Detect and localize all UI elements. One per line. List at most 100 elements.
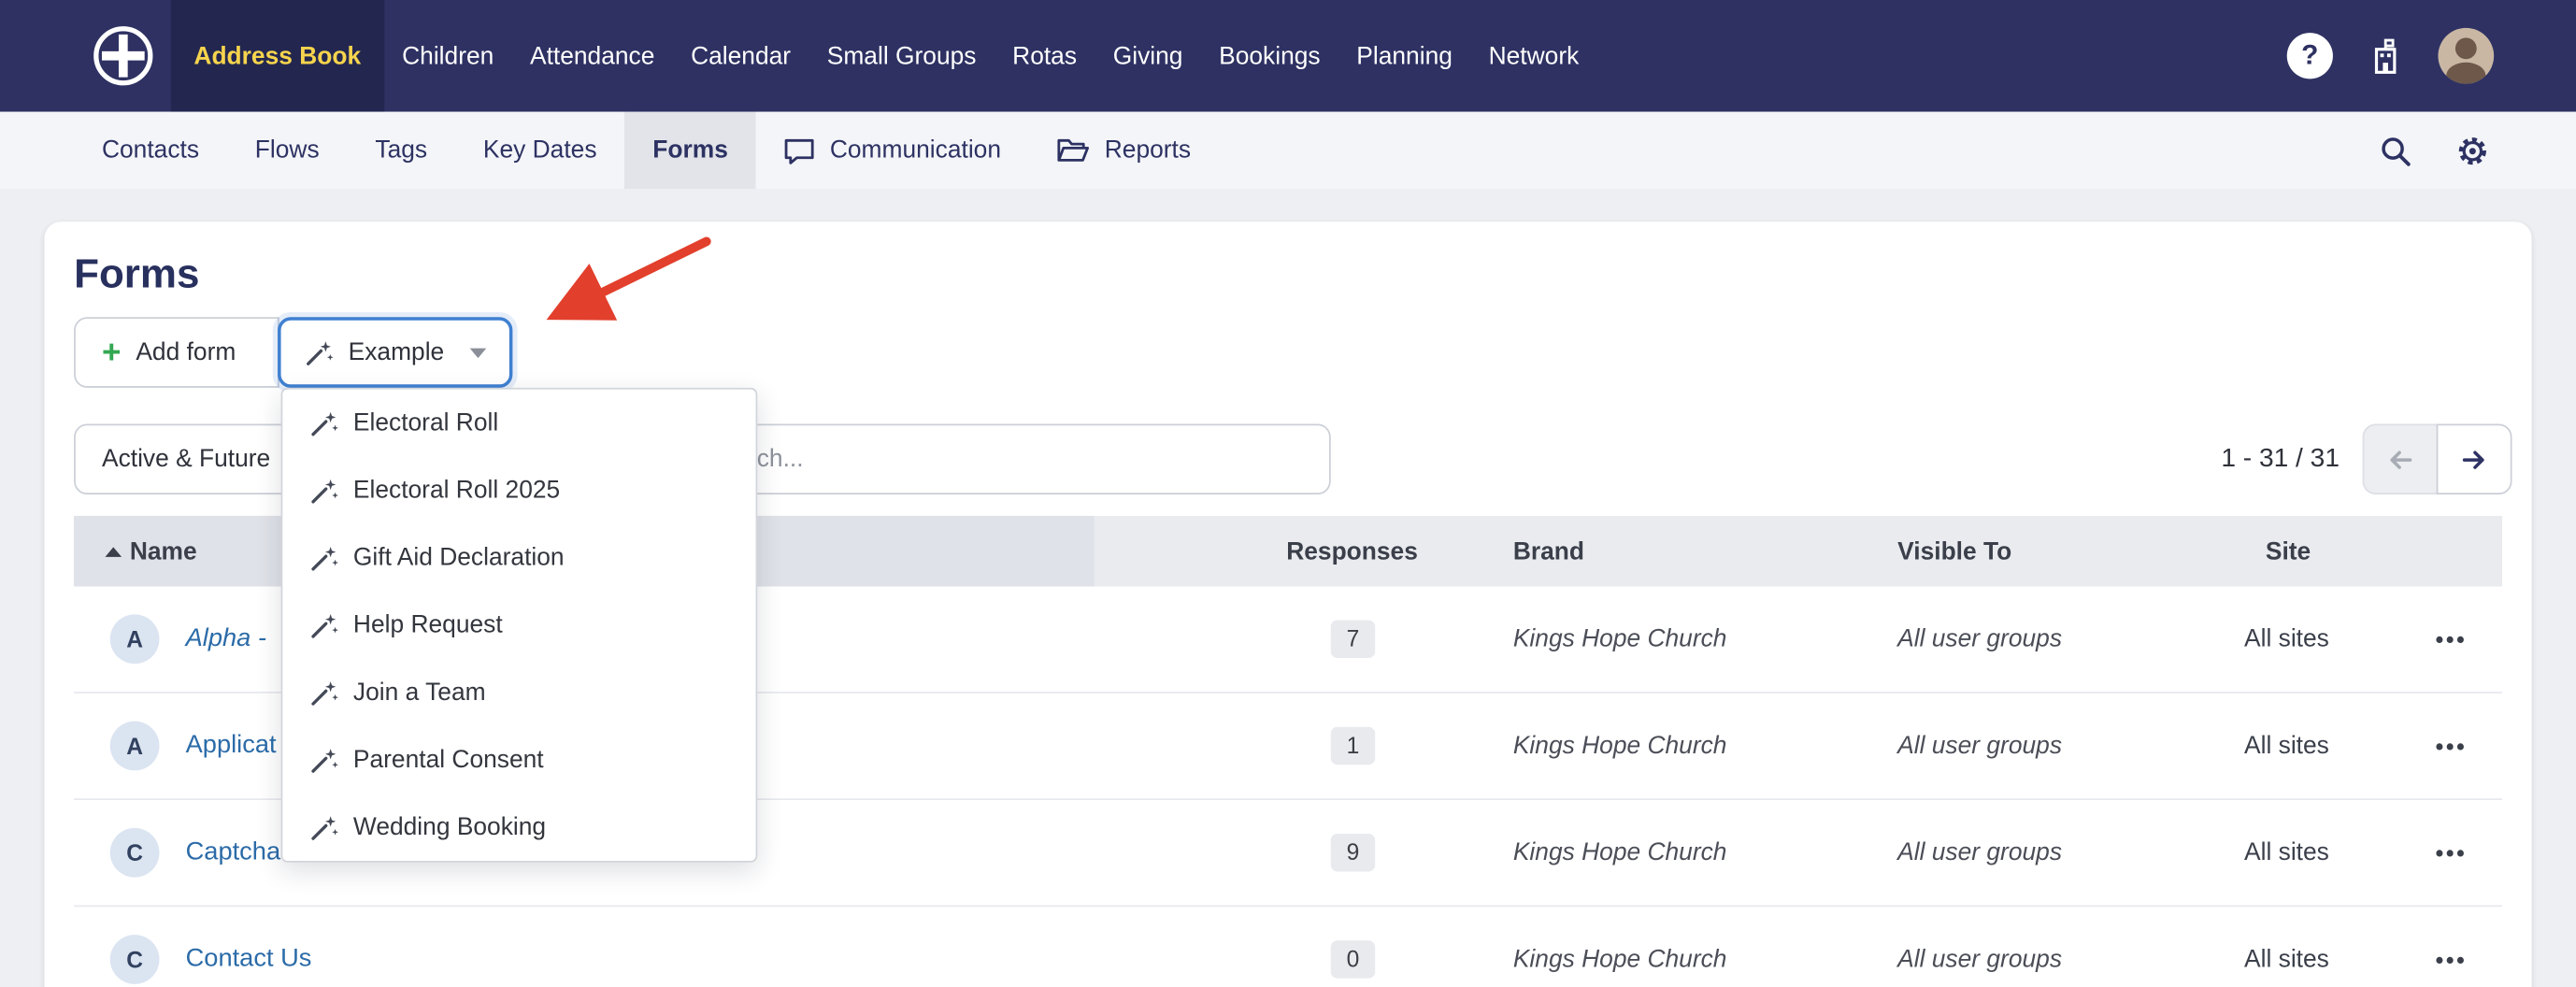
add-form-label: Add form <box>136 338 236 366</box>
wand-icon <box>308 543 338 573</box>
form-initial-avatar: C <box>109 827 160 878</box>
example-menu-item[interactable]: Wedding Booking <box>282 794 755 861</box>
form-name-link[interactable]: Alpha - <box>186 624 266 654</box>
responses-badge: 1 <box>1330 726 1376 765</box>
row-actions-button[interactable]: ••• <box>2415 946 2487 972</box>
churchsuite-logo-icon[interactable] <box>91 23 156 89</box>
subnav-label-communication: Communication <box>829 136 1002 164</box>
topnav-item-attendance[interactable]: Attendance <box>512 0 673 112</box>
search-icon[interactable] <box>2379 134 2411 166</box>
user-avatar[interactable] <box>2438 27 2495 84</box>
subnav-right <box>2379 112 2576 190</box>
brand-cell: Kings Hope Church <box>1512 624 1727 653</box>
example-dropdown-menu: Electoral Roll Electoral Roll 2025 Gift … <box>280 387 758 863</box>
example-menu-item-label: Gift Aid Declaration <box>352 543 565 572</box>
wand-icon <box>308 610 338 640</box>
topbar-right: ? <box>2286 0 2576 112</box>
form-name-link[interactable]: Applicat <box>186 731 277 761</box>
column-header-site[interactable]: Site <box>2266 537 2311 565</box>
responses-badge: 9 <box>1330 834 1376 872</box>
status-filter-value: Active & Future <box>101 445 271 474</box>
site-cell: All sites <box>2244 838 2329 867</box>
row-actions-button[interactable]: ••• <box>2415 733 2487 759</box>
example-menu-item-label: Wedding Booking <box>352 813 547 841</box>
example-dropdown-button[interactable]: Example <box>278 317 513 388</box>
sub-nav: Contacts Flows Tags Key Dates Forms Comm… <box>0 111 2576 190</box>
topnav-item-planning[interactable]: Planning <box>1338 0 1470 112</box>
column-header-responses[interactable]: Responses <box>1171 537 1418 565</box>
settings-gear-icon[interactable] <box>2454 132 2491 168</box>
pagination-label: 1 - 31 / 31 <box>2221 444 2340 473</box>
visible-to-cell: All user groups <box>1897 838 2063 867</box>
example-label: Example <box>348 338 445 366</box>
row-actions-button[interactable]: ••• <box>2415 839 2487 865</box>
column-header-visible-to[interactable]: Visible To <box>1897 537 2011 565</box>
form-initial-avatar: C <box>109 935 160 984</box>
column-header-name[interactable]: Name <box>130 537 197 565</box>
wand-icon <box>308 476 338 506</box>
subnav-item-tags[interactable]: Tags <box>348 112 455 190</box>
wand-icon <box>304 337 334 367</box>
subnav-item-forms[interactable]: Forms <box>624 111 756 190</box>
page-title: Forms <box>74 250 200 298</box>
topnav-item-rotas[interactable]: Rotas <box>995 0 1095 112</box>
forms-card: Forms + Add form Example Active & Future… <box>44 222 2532 987</box>
example-menu-item[interactable]: Electoral Roll 2025 <box>282 457 755 524</box>
example-menu-item-label: Parental Consent <box>352 745 544 774</box>
pagination: 1 - 31 / 31 <box>2221 423 2512 495</box>
column-header-brand[interactable]: Brand <box>1513 537 1584 565</box>
top-nav: Address Book Children Attendance Calenda… <box>0 0 2576 112</box>
example-menu-item[interactable]: Join a Team <box>282 659 755 726</box>
forms-actions: + Add form Example <box>74 317 513 388</box>
topnav-item-address-book[interactable]: Address Book <box>170 0 384 112</box>
subnav-item-key-dates[interactable]: Key Dates <box>455 112 624 190</box>
example-menu-item[interactable]: Electoral Roll <box>282 390 755 457</box>
responses-badge: 0 <box>1330 940 1376 979</box>
visible-to-cell: All user groups <box>1897 945 2063 974</box>
example-menu-item-label: Help Request <box>352 610 503 639</box>
example-menu-item[interactable]: Parental Consent <box>282 726 755 794</box>
example-menu-item-label: Join a Team <box>352 678 486 707</box>
table-row: C Contact Us 0 Kings Hope Church All use… <box>74 907 2502 987</box>
subnav-item-communication[interactable]: Communication <box>756 112 1029 190</box>
example-menu-item[interactable]: Gift Aid Declaration <box>282 524 755 592</box>
site-cell: All sites <box>2244 732 2329 760</box>
search-input[interactable] <box>677 423 1331 495</box>
topnav-item-small-groups[interactable]: Small Groups <box>809 0 994 112</box>
prev-page-button[interactable] <box>2362 423 2439 495</box>
brand-cell: Kings Hope Church <box>1512 945 1727 974</box>
site-cell: All sites <box>2244 945 2329 974</box>
brand-cell: Kings Hope Church <box>1512 838 1727 867</box>
form-initial-avatar: A <box>109 614 160 665</box>
form-initial-avatar: A <box>109 721 160 771</box>
app-viewport: Address Book Children Attendance Calenda… <box>0 0 2576 987</box>
example-menu-item-label: Electoral Roll <box>352 408 499 437</box>
subnav-item-contacts[interactable]: Contacts <box>74 112 227 190</box>
wand-icon <box>308 812 338 842</box>
chat-icon <box>784 136 815 165</box>
topnav-item-network[interactable]: Network <box>1470 0 1596 112</box>
example-menu-item[interactable]: Help Request <box>282 592 755 659</box>
help-icon[interactable]: ? <box>2286 33 2333 79</box>
building-icon[interactable] <box>2369 37 2402 75</box>
topnav-item-calendar[interactable]: Calendar <box>673 0 809 112</box>
example-menu-item-label: Electoral Roll 2025 <box>352 476 561 505</box>
subnav-item-reports[interactable]: Reports <box>1029 112 1219 190</box>
site-cell: All sites <box>2244 624 2329 653</box>
topnav-item-children[interactable]: Children <box>384 0 512 112</box>
add-form-button[interactable]: + Add form <box>74 317 279 388</box>
topnav-item-bookings[interactable]: Bookings <box>1201 0 1338 112</box>
row-actions-button[interactable]: ••• <box>2415 626 2487 652</box>
topnav-items: Address Book Children Attendance Calenda… <box>170 0 1597 112</box>
chevron-down-icon <box>469 347 487 358</box>
subnav-item-flows[interactable]: Flows <box>227 112 348 190</box>
form-name-link[interactable]: Contact Us <box>186 945 312 975</box>
sort-ascending-icon <box>105 546 122 556</box>
folder-icon <box>1057 136 1090 164</box>
topnav-item-giving[interactable]: Giving <box>1095 0 1200 112</box>
wand-icon <box>308 678 338 708</box>
plus-icon: + <box>101 334 122 371</box>
subnav-label-reports: Reports <box>1104 136 1192 164</box>
next-page-button[interactable] <box>2436 423 2512 495</box>
responses-badge: 7 <box>1330 620 1376 658</box>
